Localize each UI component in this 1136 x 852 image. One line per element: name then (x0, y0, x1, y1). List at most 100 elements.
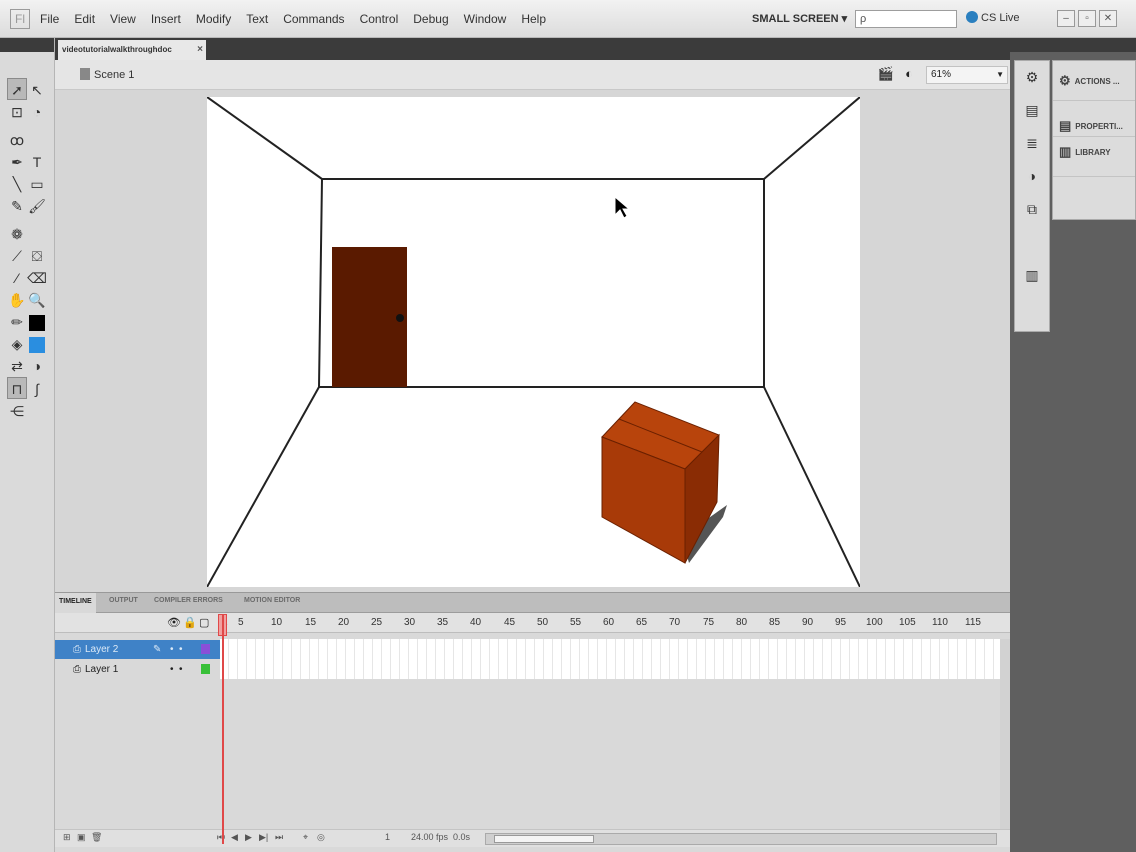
transform-icon[interactable]: ⧉ (1015, 193, 1049, 226)
new-layer-icon[interactable]: ⊞ (63, 832, 71, 843)
selection-tool-icon[interactable]: ➚ (7, 78, 27, 100)
menu-help[interactable]: Help (521, 12, 546, 26)
center-frame-icon[interactable]: ⌖ (303, 832, 308, 843)
menu-text[interactable]: Text (246, 12, 268, 26)
ruler-tick: 90 (802, 617, 814, 628)
timeline-vertical-scrollbar[interactable] (1000, 639, 1010, 829)
app-logo: Fl (10, 9, 30, 29)
close-window-button[interactable]: ✕ (1099, 10, 1117, 27)
right-panel-header[interactable] (1010, 38, 1136, 52)
actions-panel-button[interactable]: ⚙ ACTIONS ... (1053, 61, 1135, 101)
zoom-select[interactable]: 61% ▼ (926, 66, 1008, 84)
menu-window[interactable]: Window (464, 12, 507, 26)
actions-label: ACTIONS ... (1074, 77, 1120, 86)
align-icon[interactable]: ≣ (1015, 127, 1049, 160)
frame-ruler[interactable]: 1 5 10 15 20 25 30 35 40 45 50 55 60 65 … (220, 613, 1000, 633)
deco-tool-icon[interactable]: ❁ (7, 223, 27, 245)
frame-rate[interactable]: 24.00 fps (411, 832, 448, 842)
scrollbar-thumb[interactable] (494, 835, 594, 843)
history-icon[interactable]: ▥ (1015, 259, 1049, 292)
color-icon[interactable]: ◑ (1015, 160, 1049, 193)
text-tool-icon[interactable]: T (27, 151, 47, 173)
fill-color-icon[interactable]: ◈ (7, 333, 27, 355)
scene-breadcrumb[interactable]: Scene 1 (80, 68, 134, 81)
stroke-swatch[interactable] (27, 311, 47, 333)
outline-icon[interactable]: ▢ (199, 616, 209, 629)
brush-tool-icon[interactable]: 🖌 (27, 195, 47, 217)
pencil-tool-icon[interactable]: ✎ (7, 195, 27, 217)
timeline-horizontal-scrollbar[interactable] (485, 833, 997, 845)
swap-colors-icon[interactable]: ⇄ (7, 355, 27, 377)
menu-edit[interactable]: Edit (74, 12, 95, 26)
restore-button[interactable]: ▫ (1078, 10, 1096, 27)
properties-panel-button[interactable]: ▤ PROPERTI... (1053, 101, 1135, 137)
stroke-color-icon[interactable]: ✏ (7, 311, 27, 333)
properties-panel-icon: ▤ (1059, 118, 1072, 133)
layer-color-swatch[interactable] (201, 644, 210, 654)
snap-to-objects-icon[interactable]: ⊓ (7, 377, 27, 399)
door (332, 247, 407, 387)
lock-icon[interactable]: 🔒 (183, 616, 197, 629)
new-folder-icon[interactable]: ▣ (77, 832, 86, 843)
menu-modify[interactable]: Modify (196, 12, 231, 26)
3d-rotation-tool-icon[interactable]: ◔ (27, 101, 47, 123)
smooth-icon[interactable]: ∫ (27, 378, 47, 400)
fill-swatch[interactable] (27, 333, 47, 355)
layer-name[interactable]: Layer 2 (85, 644, 118, 655)
step-back-icon[interactable]: ◀ (231, 832, 238, 843)
subselection-tool-icon[interactable]: ↖ (27, 79, 47, 101)
playhead-line (222, 614, 224, 844)
tab-timeline[interactable]: TIMELINE (55, 593, 96, 613)
properties-icon[interactable]: ▤ (1015, 94, 1049, 127)
onion-skin-icon[interactable]: ◎ (317, 832, 325, 843)
layer-name[interactable]: Layer 1 (85, 664, 118, 675)
tab-compiler-errors[interactable]: COMPILER ERRORS (154, 597, 223, 604)
straighten-icon[interactable]: ⋲ (7, 400, 27, 422)
paint-bucket-tool-icon[interactable]: ⛋ (27, 245, 47, 267)
black-white-icon[interactable]: ◑ (27, 355, 47, 377)
cs-live-button[interactable]: CS Live (966, 11, 1020, 24)
tools-panel-header[interactable] (0, 38, 54, 52)
tab-output[interactable]: OUTPUT (109, 597, 138, 604)
layer-row[interactable]: ⎙ Layer 2 ✎ • • (55, 640, 220, 659)
eye-icon[interactable]: 👁 (167, 616, 181, 629)
free-transform-tool-icon[interactable]: ⊡ (7, 101, 27, 123)
hand-tool-icon[interactable]: ✋ (7, 289, 27, 311)
pen-tool-icon[interactable]: ✒ (7, 151, 27, 173)
step-forward-icon[interactable]: ▶| (259, 832, 268, 843)
bone-tool-icon[interactable]: ⟋ (7, 245, 27, 267)
edit-symbols-icon[interactable]: ◐ (900, 66, 918, 84)
go-to-last-frame-icon[interactable]: ⏭ (275, 832, 283, 843)
layer-row[interactable]: ⎙ Layer 1 • • (55, 660, 220, 679)
search-input[interactable]: ρ (855, 10, 957, 28)
blank (27, 123, 47, 145)
tab-motion-editor[interactable]: MOTION EDITOR (244, 597, 300, 604)
line-tool-icon[interactable]: ╲ (7, 173, 27, 195)
library-panel-icon: ▥ (1059, 144, 1072, 159)
layer-color-swatch[interactable] (201, 664, 210, 674)
menu-commands[interactable]: Commands (283, 12, 344, 26)
document-tab[interactable]: videotutorialwalkthroughdoc × (58, 40, 206, 60)
menu-view[interactable]: View (110, 12, 136, 26)
layer-visibility-dots[interactable]: • • (170, 640, 183, 659)
rectangle-tool-icon[interactable]: ▭ (27, 173, 47, 195)
menu-insert[interactable]: Insert (151, 12, 181, 26)
eraser-tool-icon[interactable]: ⌫ (27, 267, 47, 289)
actions-icon[interactable]: ⚙ (1015, 61, 1049, 94)
eyedropper-tool-icon[interactable]: ⁄ (7, 267, 27, 289)
menu-file[interactable]: File (40, 12, 59, 26)
menu-debug[interactable]: Debug (413, 12, 448, 26)
play-icon[interactable]: ▶ (245, 832, 252, 843)
zoom-tool-icon[interactable]: 🔍 (27, 289, 47, 311)
edit-scene-icon[interactable]: 🎬 (877, 66, 895, 84)
close-tab-icon[interactable]: × (197, 40, 203, 60)
frame-grid[interactable] (220, 639, 1000, 679)
workspace-switcher[interactable]: SMALL SCREEN ▾ (752, 12, 847, 25)
menu-control[interactable]: Control (360, 12, 399, 26)
lasso-tool-icon[interactable]: ꝏ (7, 129, 27, 151)
library-panel-button[interactable]: ▥ LIBRARY (1053, 137, 1135, 177)
ruler-tick: 50 (537, 617, 549, 628)
layer-visibility-dots[interactable]: • • (170, 660, 183, 679)
delete-layer-icon[interactable]: 🗑 (91, 832, 102, 843)
minimize-button[interactable]: – (1057, 10, 1075, 27)
